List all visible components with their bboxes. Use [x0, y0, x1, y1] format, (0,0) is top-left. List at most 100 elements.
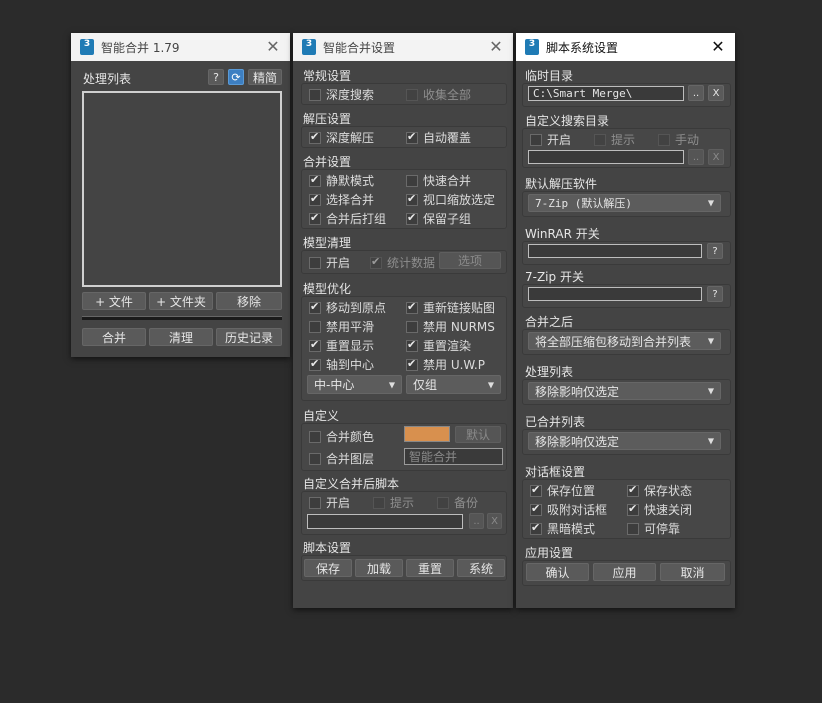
deep-extract-checkbox[interactable]: 深度解压	[309, 129, 374, 146]
pivot-to-center-checkbox[interactable]: 轴到中心	[309, 356, 374, 373]
post-script-browse-button[interactable]: ..	[469, 513, 484, 529]
post-script-clear-button[interactable]: X	[487, 513, 502, 529]
custom-search-prompt-checkbox[interactable]: 提示	[594, 131, 635, 148]
checkbox-box[interactable]	[406, 211, 418, 225]
title-bar[interactable]: 3 智能合并 1.79 ✕	[71, 33, 290, 61]
reset-render-checkbox[interactable]: 重置渲染	[406, 337, 471, 354]
disable-uwp-checkbox[interactable]: 禁用 U.W.P	[406, 356, 485, 373]
add-folder-button[interactable]: + 文件夹	[149, 292, 213, 310]
post-script-backup-checkbox[interactable]: 备份	[437, 494, 478, 511]
merge-layer-checkbox[interactable]: 合并图层	[309, 450, 374, 467]
viewport-zoom-checkbox[interactable]: 视口缩放选定	[406, 191, 495, 208]
close-icon[interactable]: ✕	[487, 37, 505, 56]
collect-all-checkbox[interactable]: 收集全部	[406, 86, 471, 103]
checkbox-box[interactable]	[627, 522, 639, 535]
merge-button[interactable]: 合并	[82, 328, 146, 346]
statistics-checkbox[interactable]: 统计数据	[370, 254, 435, 271]
close-icon[interactable]: ✕	[709, 37, 727, 56]
process-listbox[interactable]	[82, 91, 282, 287]
checkbox-box[interactable]	[373, 496, 385, 509]
checkbox-box[interactable]	[530, 502, 542, 516]
close-icon[interactable]: ✕	[264, 37, 282, 56]
auto-overwrite-checkbox[interactable]: 自动覆盖	[406, 129, 471, 146]
checkbox-box[interactable]	[309, 192, 321, 206]
checkbox-box[interactable]	[627, 483, 639, 497]
checkbox-box[interactable]	[309, 256, 321, 269]
checkbox-box[interactable]	[406, 357, 418, 371]
quick-merge-checkbox[interactable]: 快速合并	[406, 172, 471, 189]
sevenzip-help-button[interactable]: ?	[707, 286, 723, 302]
merge-color-swatch[interactable]	[404, 426, 450, 442]
custom-search-clear-button[interactable]: X	[708, 149, 724, 165]
history-button[interactable]: 历史记录	[216, 328, 282, 346]
help-button[interactable]: ?	[208, 69, 224, 85]
checkbox-box[interactable]	[406, 192, 418, 206]
checkbox-box[interactable]	[309, 211, 321, 225]
checkbox-box[interactable]	[406, 88, 418, 101]
silent-mode-checkbox[interactable]: 静默模式	[309, 172, 374, 189]
checkbox-box[interactable]	[437, 496, 449, 509]
remove-button[interactable]: 移除	[216, 292, 282, 310]
cancel-button[interactable]: 取消	[660, 563, 725, 581]
default-color-button[interactable]: 默认	[455, 426, 501, 443]
checkbox-box[interactable]	[406, 338, 418, 352]
checkbox-box[interactable]	[406, 174, 418, 187]
checkbox-box[interactable]	[406, 130, 418, 144]
checkbox-box[interactable]	[309, 300, 321, 314]
checkbox-box[interactable]	[309, 357, 321, 371]
checkbox-box[interactable]	[406, 300, 418, 314]
move-to-origin-checkbox[interactable]: 移动到原点	[309, 299, 386, 316]
custom-search-browse-button[interactable]: ..	[688, 149, 704, 165]
apply-button[interactable]: 应用	[593, 563, 656, 581]
add-file-button[interactable]: + 文件	[82, 292, 146, 310]
save-settings-button[interactable]: 保存	[304, 559, 352, 577]
clean-enable-checkbox[interactable]: 开启	[309, 254, 350, 271]
checkbox-box[interactable]	[309, 338, 321, 352]
checkbox-box[interactable]	[309, 430, 321, 443]
save-state-checkbox[interactable]: 保存状态	[627, 482, 692, 499]
post-script-prompt-checkbox[interactable]: 提示	[373, 494, 414, 511]
save-position-checkbox[interactable]: 保存位置	[530, 482, 595, 499]
simplify-button[interactable]: 精简	[248, 69, 282, 85]
merged-list-select[interactable]: 移除影响仅选定 ▼	[528, 432, 721, 450]
post-script-enable-checkbox[interactable]: 开启	[309, 494, 350, 511]
checkbox-box[interactable]	[309, 173, 321, 187]
post-script-path-input[interactable]	[307, 514, 463, 529]
checkbox-box[interactable]	[370, 255, 382, 269]
clean-options-button[interactable]: 选项	[439, 252, 501, 269]
reset-display-checkbox[interactable]: 重置显示	[309, 337, 374, 354]
layer-name-input[interactable]: 智能合并	[404, 448, 503, 465]
reset-settings-button[interactable]: 重置	[406, 559, 454, 577]
winrar-switch-input[interactable]	[528, 244, 702, 258]
sevenzip-switch-input[interactable]	[528, 287, 702, 301]
disable-smooth-checkbox[interactable]: 禁用平滑	[309, 318, 374, 335]
checkbox-box[interactable]	[658, 133, 670, 146]
load-settings-button[interactable]: 加载	[355, 559, 403, 577]
temp-dir-input[interactable]: C:\Smart Merge\	[528, 86, 684, 101]
temp-dir-browse-button[interactable]: ..	[688, 85, 704, 101]
dark-mode-checkbox[interactable]: 黑暗模式	[530, 520, 595, 537]
checkbox-box[interactable]	[309, 496, 321, 509]
select-merge-checkbox[interactable]: 选择合并	[309, 191, 374, 208]
custom-search-enable-checkbox[interactable]: 开启	[530, 131, 571, 148]
refresh-button[interactable]: ⟳	[228, 69, 244, 85]
merge-color-checkbox[interactable]: 合并颜色	[309, 428, 374, 445]
checkbox-box[interactable]	[530, 521, 542, 535]
title-bar[interactable]: 3 智能合并设置 ✕	[293, 33, 513, 61]
group-scope-select[interactable]: 仅组 ▼	[406, 375, 501, 394]
group-after-merge-checkbox[interactable]: 合并后打组	[309, 210, 386, 227]
checkbox-box[interactable]	[594, 133, 606, 146]
clean-button[interactable]: 清理	[149, 328, 213, 346]
checkbox-box[interactable]	[530, 133, 542, 146]
keep-child-group-checkbox[interactable]: 保留子组	[406, 210, 471, 227]
temp-dir-clear-button[interactable]: X	[708, 85, 724, 101]
disable-nurms-checkbox[interactable]: 禁用 NURMS	[406, 318, 495, 335]
checkbox-box[interactable]	[309, 130, 321, 144]
checkbox-box[interactable]	[627, 502, 639, 516]
system-settings-button[interactable]: 系统	[457, 559, 505, 577]
winrar-help-button[interactable]: ?	[707, 243, 723, 259]
quick-close-checkbox[interactable]: 快速关闭	[627, 501, 692, 518]
snap-dialog-checkbox[interactable]: 吸附对话框	[530, 501, 607, 518]
checkbox-box[interactable]	[530, 483, 542, 497]
checkbox-box[interactable]	[309, 320, 321, 333]
